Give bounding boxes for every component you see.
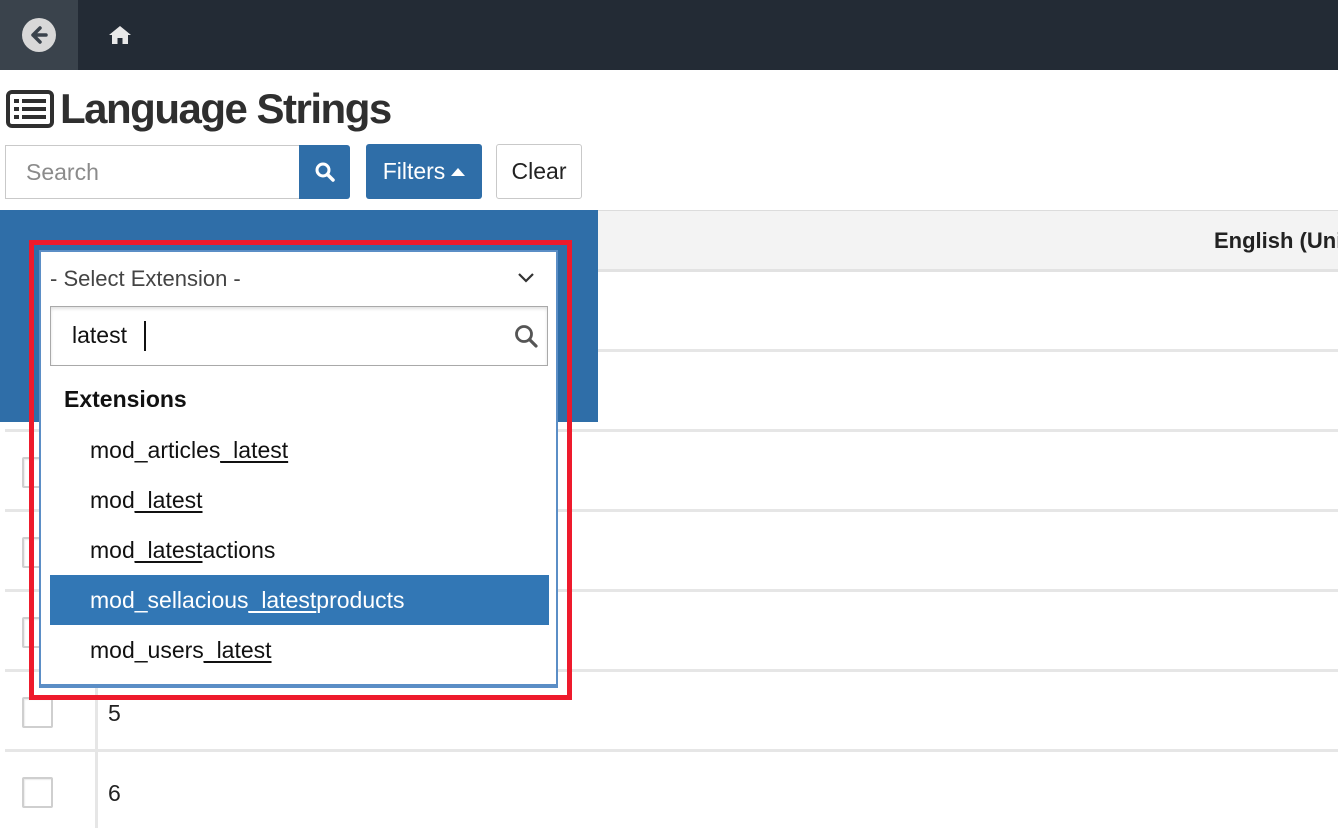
row-id: 5 bbox=[108, 700, 121, 726]
filters-label: Filters bbox=[382, 158, 446, 184]
extension-search-input[interactable]: latest bbox=[50, 306, 548, 366]
extension-option[interactable]: mod_articles _latest bbox=[50, 425, 549, 475]
caret-up-icon bbox=[451, 167, 466, 176]
extension-search-value: latest bbox=[72, 322, 127, 348]
row-id: 6 bbox=[108, 780, 121, 806]
table-row: 6 bbox=[5, 752, 1338, 832]
back-button[interactable] bbox=[0, 0, 78, 70]
arrow-left-circle-icon bbox=[22, 18, 56, 52]
top-navbar bbox=[0, 0, 1338, 70]
search-button[interactable] bbox=[299, 145, 350, 199]
extension-option-selected[interactable]: mod_sellacious _latest products bbox=[50, 575, 549, 625]
extension-option[interactable]: mod _latest actions bbox=[50, 525, 549, 575]
extension-select-dropdown[interactable]: - Select Extension - latest Extensions m… bbox=[39, 250, 558, 688]
page-title: Language Strings bbox=[60, 85, 392, 132]
search-input[interactable]: Search bbox=[5, 145, 299, 199]
search-icon bbox=[315, 162, 335, 182]
extension-option[interactable]: mod _latest bbox=[50, 475, 549, 525]
row-checkbox[interactable] bbox=[22, 777, 53, 808]
row-checkbox[interactable] bbox=[22, 697, 53, 728]
clear-button[interactable]: Clear bbox=[496, 144, 582, 199]
search-placeholder: Search bbox=[26, 158, 99, 185]
option-group-label: Extensions bbox=[64, 386, 187, 412]
list-icon bbox=[6, 90, 54, 128]
filters-button[interactable]: Filters bbox=[366, 144, 482, 199]
home-button[interactable] bbox=[104, 22, 136, 48]
column-header-language[interactable]: English (Uni bbox=[1214, 228, 1338, 254]
extension-select-placeholder[interactable]: - Select Extension - bbox=[50, 266, 241, 292]
chevron-down-icon[interactable] bbox=[517, 272, 535, 284]
text-cursor bbox=[144, 321, 146, 351]
extension-option[interactable]: mod_users _latest bbox=[50, 625, 549, 675]
search-icon bbox=[515, 325, 538, 348]
page-header: Language Strings bbox=[6, 84, 392, 134]
home-icon bbox=[109, 26, 131, 44]
clear-label: Clear bbox=[511, 158, 567, 184]
